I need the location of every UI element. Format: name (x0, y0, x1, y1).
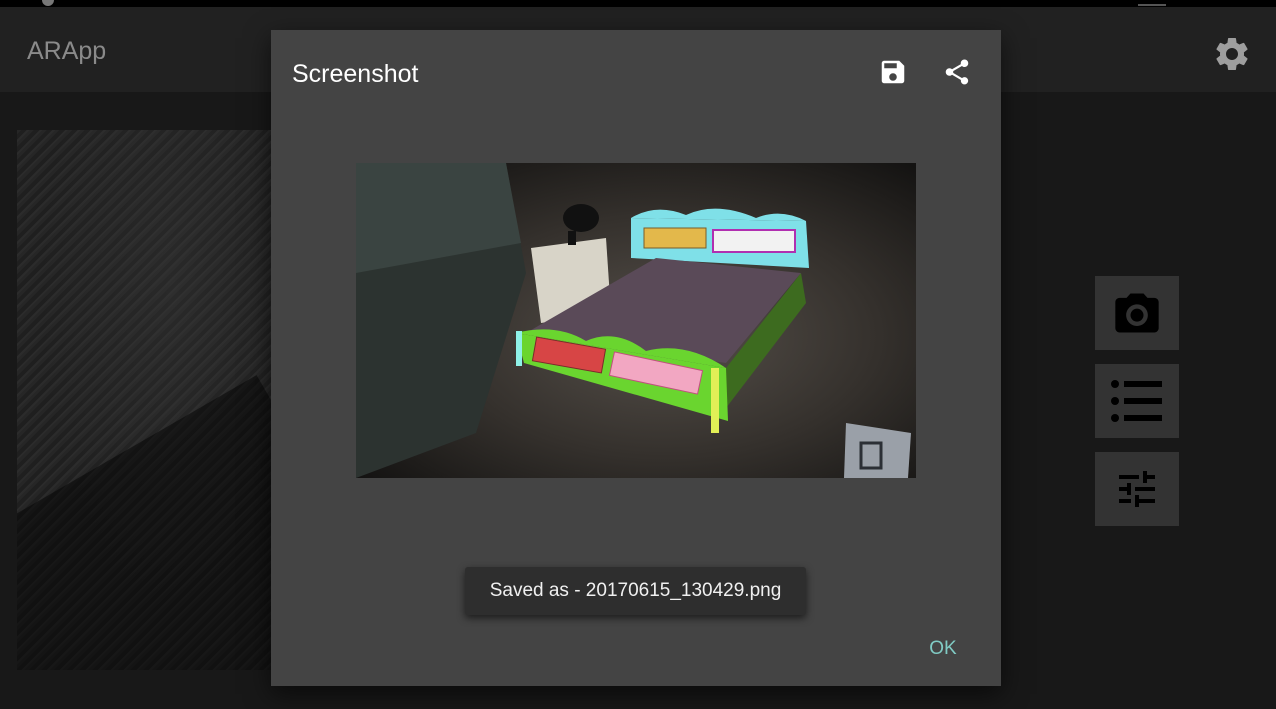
save-button[interactable] (877, 56, 909, 88)
saved-toast: Saved as - 20170615_130429.png (465, 567, 806, 615)
tune-icon (1119, 471, 1155, 507)
save-icon (881, 60, 905, 84)
status-bar (0, 0, 1276, 7)
screenshot-dialog: Screenshot Saved as - 20170615_130429.pn… (271, 30, 1001, 686)
camera-preview (17, 130, 277, 670)
camera-icon (1115, 293, 1159, 333)
ok-button[interactable]: OK (917, 634, 969, 664)
share-icon (945, 59, 969, 85)
signal-icon (1138, 0, 1166, 6)
status-indicator-icon (42, 0, 54, 6)
ar-bed-render (356, 163, 916, 478)
list-icon (1111, 380, 1162, 422)
screenshot-preview-image (356, 163, 916, 478)
share-button[interactable] (941, 56, 973, 88)
adjust-button[interactable] (1095, 452, 1179, 526)
list-button[interactable] (1095, 364, 1179, 438)
app-title: ARApp (27, 37, 107, 65)
gear-icon (1216, 37, 1248, 70)
settings-button[interactable] (1212, 34, 1252, 74)
capture-screenshot-button[interactable] (1095, 276, 1179, 350)
dialog-title: Screenshot (292, 60, 419, 88)
